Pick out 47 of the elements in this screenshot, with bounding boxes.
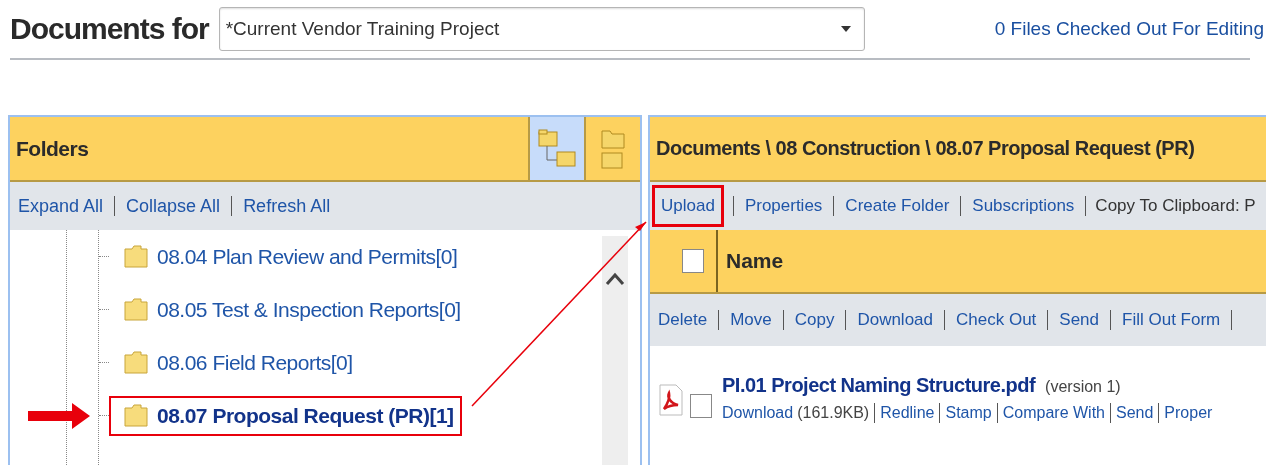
document-action-link[interactable]: Check Out — [954, 308, 1039, 332]
file-size: (161.9KB) — [797, 404, 870, 422]
document-action-link[interactable]: Delete — [656, 308, 710, 332]
file-name-link[interactable]: PI.01 Project Naming Structure.pdf — [722, 374, 1036, 397]
folder-icon — [123, 244, 149, 269]
document-action-link[interactable]: Move — [728, 308, 774, 332]
document-action-link[interactable]: Send — [1057, 308, 1102, 332]
file-checkbox[interactable] — [690, 394, 712, 418]
file-action-link[interactable]: Send — [1115, 404, 1154, 422]
folder-icon — [123, 350, 149, 375]
toolbar-link[interactable]: Properties — [742, 194, 825, 218]
select-all-checkbox[interactable] — [682, 249, 704, 273]
scroll-up-icon — [605, 272, 625, 286]
folder-action-link[interactable]: Expand All — [16, 193, 106, 219]
document-action-link[interactable]: Copy — [792, 308, 837, 332]
toolbar-label: Copy To Clipboard: P — [1095, 196, 1256, 216]
folder-icon — [123, 403, 149, 428]
file-action-link[interactable]: Proper — [1164, 404, 1213, 422]
file-version: (version 1) — [1045, 378, 1121, 396]
folder-item[interactable]: 08.06 Field Reports[0] — [109, 342, 361, 383]
folder-action-link[interactable]: Collapse All — [124, 193, 223, 219]
folder-icon — [123, 297, 149, 322]
folder-item[interactable]: 08.05 Test & Inspection Reports[0] — [109, 289, 469, 330]
document-action-link[interactable]: Download — [855, 308, 935, 332]
highlighted-toolbar-link[interactable]: Upload — [652, 185, 724, 227]
scrollbar[interactable] — [602, 236, 628, 465]
page-title: Documents for — [10, 12, 209, 46]
file-action-link[interactable]: Compare With — [1002, 404, 1105, 422]
checked-out-link[interactable]: 0 Files Checked Out For Editing — [994, 18, 1264, 40]
toolbar-link[interactable]: Subscriptions — [970, 194, 1077, 218]
highlighted-folder-item[interactable]: 08.07 Proposal Request (PR)[1] — [109, 395, 462, 436]
column-header[interactable]: Name — [718, 249, 784, 273]
tree-view-button[interactable] — [528, 117, 584, 180]
folder-action-link[interactable]: Refresh All — [241, 193, 333, 219]
folder-item[interactable]: 08.04 Plan Review and Permits[0] — [109, 236, 466, 277]
project-select[interactable]: *Current Vendor Training Project — [218, 7, 865, 51]
pointer-arrow — [28, 403, 90, 429]
toolbar-link[interactable]: Create Folder — [843, 194, 952, 218]
caret-icon — [839, 25, 852, 33]
file-action-link[interactable]: Redline — [880, 404, 935, 422]
folder-path: Documents \ 08 Construction \ 08.07 Proposal Request (PR) — [655, 137, 1196, 160]
pdf-file-icon — [658, 384, 684, 416]
document-action-link[interactable]: Fill Out Form — [1120, 308, 1223, 332]
folder-tree-icon — [537, 127, 577, 170]
file-action-link[interactable]: Download — [722, 404, 794, 422]
panel-title: Folders — [15, 136, 90, 161]
file-action-link[interactable]: Stamp — [945, 404, 992, 422]
